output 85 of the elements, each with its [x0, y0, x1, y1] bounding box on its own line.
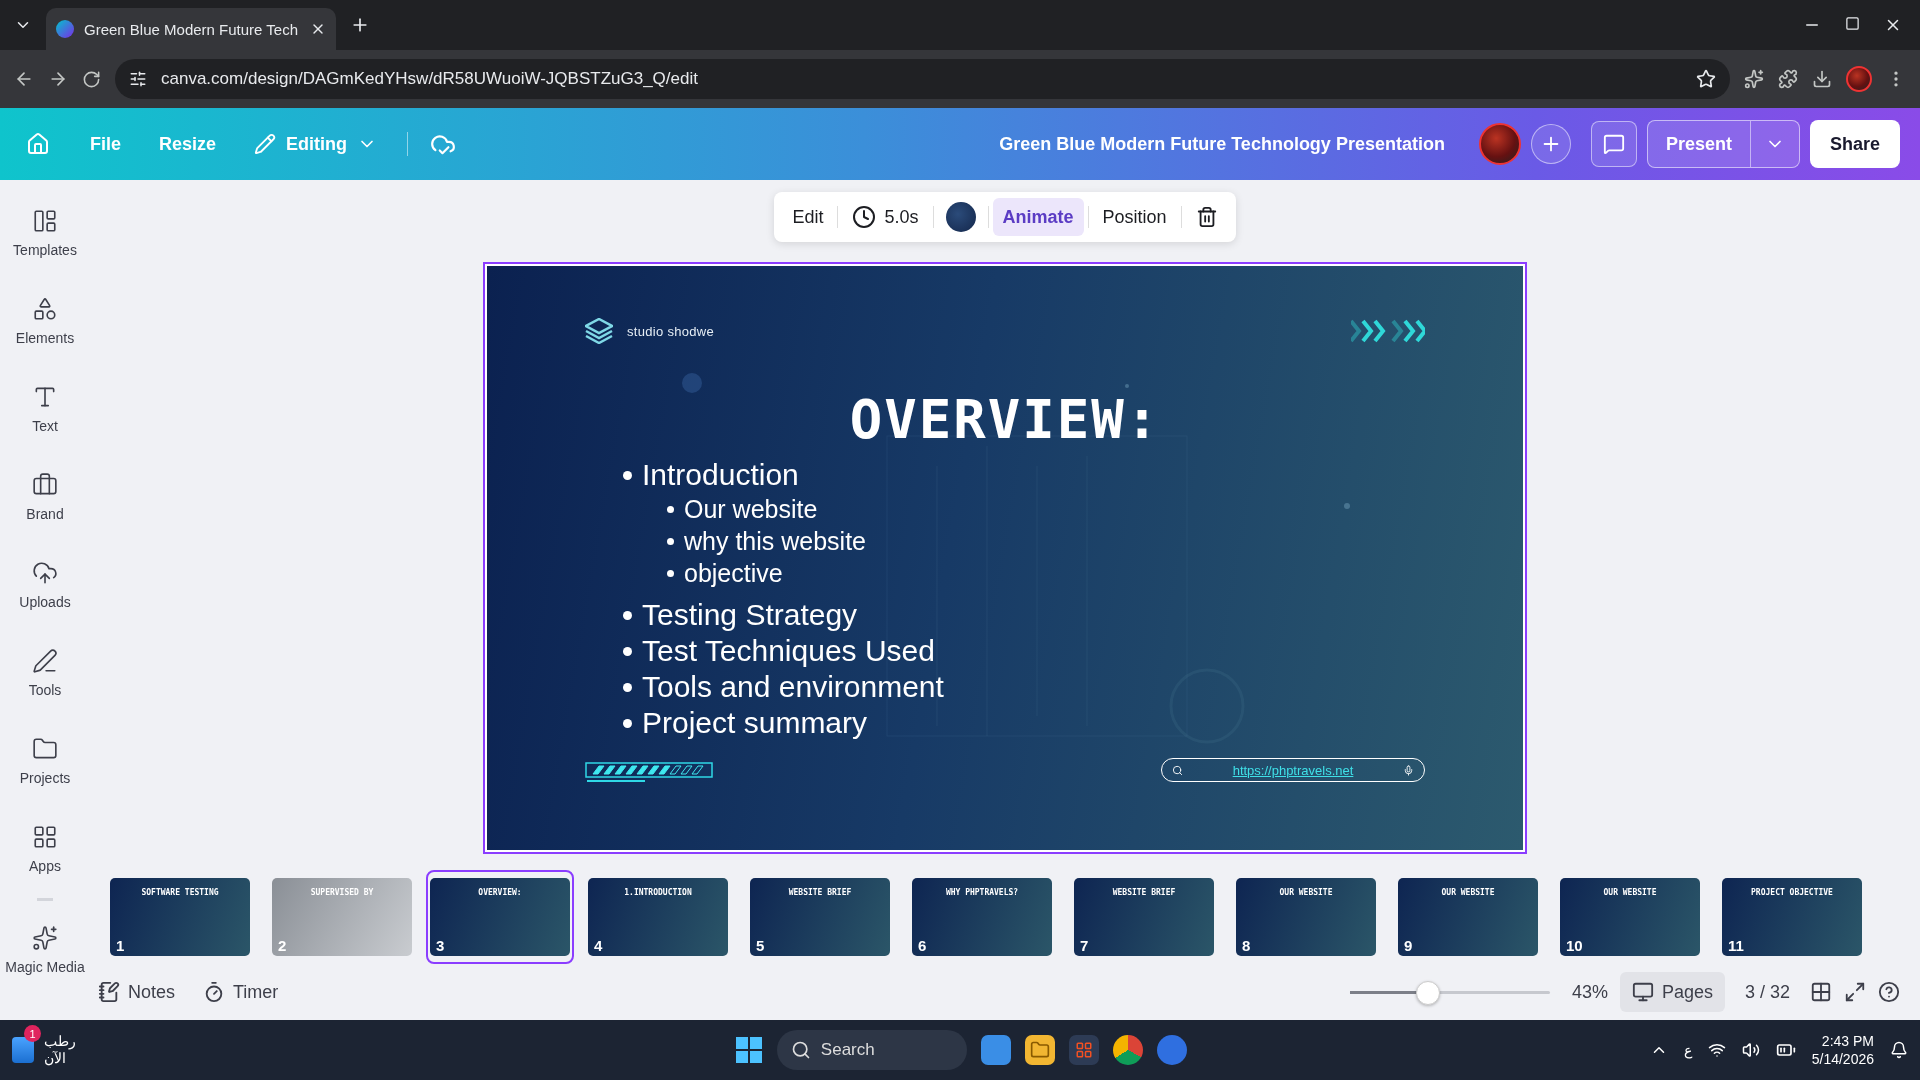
address-field[interactable]: canva.com/design/DAGmKedYHsw/dR58UWuoiW-JQBSTZuG3_Q/edit [115, 59, 1730, 99]
taskbar-search-field[interactable]: Search [776, 1030, 967, 1070]
sidebar-item[interactable]: Templates [0, 208, 90, 258]
sidebar-item[interactable]: Elements [0, 296, 90, 346]
fullscreen-icon[interactable] [1844, 981, 1866, 1003]
extension-icon[interactable] [1744, 69, 1764, 89]
timer-button[interactable]: Timer [195, 977, 287, 1007]
edit-button[interactable]: Edit [782, 198, 834, 236]
sidebar-item[interactable]: Magic Media [0, 925, 90, 975]
folder-app-icon[interactable] [1024, 1035, 1055, 1065]
add-collaborator-button[interactable] [1530, 124, 1571, 164]
folder-icon [1029, 1040, 1050, 1060]
home-icon [26, 132, 50, 156]
profile-avatar[interactable] [1846, 66, 1872, 92]
bullet-item: Testing Strategy [623, 597, 1425, 633]
help-icon[interactable] [1878, 981, 1900, 1003]
extensions-icon[interactable] [1778, 69, 1798, 89]
notes-button[interactable]: Notes [90, 977, 184, 1007]
sidebar-item[interactable]: Apps [0, 824, 90, 874]
color-swatch[interactable] [945, 202, 976, 232]
brand-name: studio shodwe [627, 323, 714, 339]
collaborator-avatar[interactable] [1478, 123, 1521, 165]
search-icon [790, 1040, 811, 1060]
clock-date: 5/14/2026 [1811, 1050, 1874, 1068]
cube-logo-icon [585, 318, 613, 344]
notification-badge: 1 [24, 1025, 41, 1042]
sidebar-item[interactable]: Projects [0, 736, 90, 786]
weather-text: رطب [44, 1033, 76, 1050]
comment-icon [1602, 133, 1625, 155]
site-settings-icon[interactable] [129, 70, 147, 88]
share-button[interactable]: Share [1809, 120, 1900, 168]
bullet-item: why this website [667, 525, 1425, 557]
website-link[interactable]: https://phptravels.net [1193, 762, 1393, 778]
animate-button[interactable]: Animate [992, 198, 1084, 236]
apps-icon [32, 824, 58, 850]
reload-icon[interactable] [82, 69, 101, 89]
search-icon [1172, 764, 1183, 776]
zoom-slider-handle[interactable] [1415, 980, 1440, 1005]
monitor-icon [1631, 981, 1654, 1003]
browser-tab[interactable]: Green Blue Modern Future Tech [46, 8, 336, 50]
duration-button[interactable]: 5.0s [842, 198, 929, 236]
document-title: Green Blue Modern Future Technology Presentation [999, 133, 1445, 155]
position-button[interactable]: Position [1092, 198, 1177, 236]
bookmark-icon[interactable] [1696, 69, 1716, 89]
sidebar-item[interactable]: Uploads [0, 560, 90, 610]
clock-icon [852, 205, 877, 229]
zoom-reading: 43% [1571, 981, 1608, 1003]
canva-favicon-icon [56, 20, 74, 38]
clock-time: 2:43 PM [1821, 1032, 1874, 1050]
microphone-icon [1403, 764, 1414, 776]
shapes-icon [32, 296, 58, 322]
bullet-item: Project summary [623, 705, 1425, 741]
bullet-item: Our website [667, 493, 1425, 525]
sidebar-item[interactable]: Text [0, 384, 90, 434]
sidebar-item[interactable]: Brand [0, 472, 90, 522]
bullet-item: Introduction [623, 457, 1425, 493]
wifi-icon[interactable] [1707, 1041, 1726, 1059]
pencil-icon [254, 133, 277, 155]
bullet-item: Test Techniques Used [623, 633, 1425, 669]
grid-view-icon[interactable] [1810, 981, 1832, 1003]
app-icon[interactable] [1156, 1035, 1187, 1065]
slide-thumbnail[interactable]: OVERVIEW: 3 [426, 870, 574, 964]
sidebar-item[interactable]: Tools [0, 648, 90, 698]
sparkle-image-icon [32, 925, 58, 951]
templates-icon [32, 208, 58, 234]
grid-icon [1074, 1041, 1093, 1059]
store-app-icon[interactable] [1068, 1035, 1099, 1065]
weather-time: الآن [44, 1050, 67, 1067]
slide-title: OVERVIEW: [849, 388, 1161, 451]
chrome-app-icon[interactable] [1112, 1035, 1143, 1065]
pen-icon [32, 648, 58, 674]
comment-button[interactable] [1590, 121, 1637, 167]
volume-icon[interactable] [1741, 1041, 1760, 1059]
bullet-item: objective [667, 557, 1425, 589]
cloud-upload-icon [32, 560, 58, 586]
trash-icon [1195, 206, 1218, 228]
pages-button[interactable]: Pages [1619, 972, 1725, 1012]
notifications-icon[interactable] [1890, 1041, 1908, 1059]
download-icon[interactable] [1812, 69, 1832, 89]
bullet-item: Tools and environment [623, 669, 1425, 705]
page-count: 3 / 32 [1744, 981, 1790, 1003]
notes-icon [98, 981, 120, 1003]
start-icon[interactable] [734, 1036, 763, 1064]
restore-icon[interactable] [1845, 16, 1860, 31]
input-language[interactable]: ع [1683, 1042, 1692, 1058]
